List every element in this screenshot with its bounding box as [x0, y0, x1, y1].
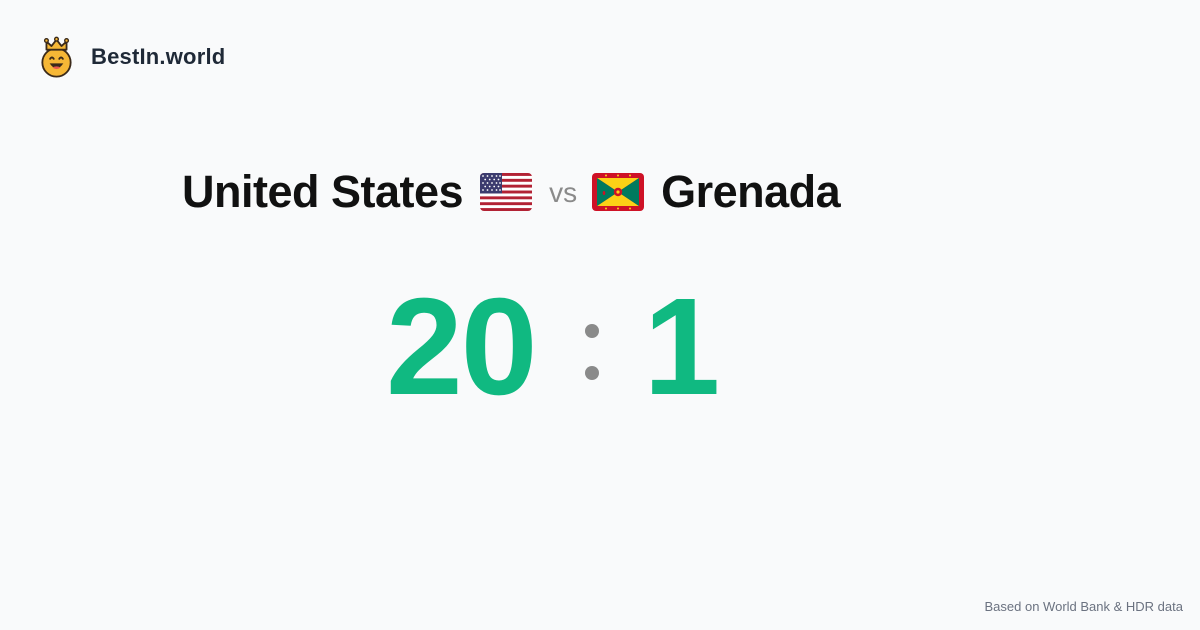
grenada-flag-icon: [592, 173, 645, 211]
crown-smiley-icon: [41, 36, 72, 78]
score-left: 20: [386, 270, 537, 424]
score: 20 1: [386, 278, 720, 416]
score-separator-dot-bottom: [584, 366, 599, 380]
data-source-note: Based on World Bank & HDR data: [984, 599, 1183, 614]
site-name: BestIn.world: [91, 44, 226, 69]
country-left-name: United States: [182, 166, 464, 217]
score-right: 1: [643, 270, 721, 424]
brand[interactable]: BestIn.world: [38, 36, 225, 78]
score-separator-dot-top: [584, 324, 599, 338]
vs-label: vs: [549, 177, 578, 208]
us-flag-icon: [480, 173, 533, 211]
score-separator: [582, 324, 602, 380]
country-right-name: Grenada: [661, 166, 841, 217]
comparison-title: United States vs Grenada: [182, 165, 841, 219]
